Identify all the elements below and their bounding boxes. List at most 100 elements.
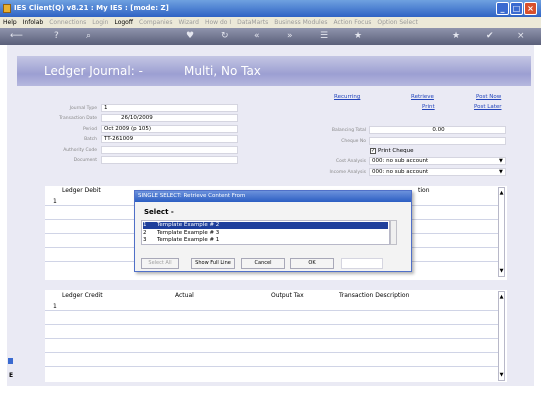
transaction-date-label: Transaction Date <box>59 116 97 121</box>
close-button[interactable]: × <box>524 2 537 15</box>
star-icon[interactable]: ★ <box>452 30 460 43</box>
cost-analysis-label: Cost Analysis <box>336 159 366 164</box>
income-analysis-label: Income Analysis <box>329 170 366 175</box>
next-icon[interactable]: » <box>287 30 293 43</box>
show-full-line-button[interactable]: Show Full Line <box>191 258 235 269</box>
menu-item-option-select[interactable]: Option Select <box>377 19 417 26</box>
menu-item-logoff[interactable]: Logoff <box>114 19 133 26</box>
scroll-down-icon[interactable]: ▼ <box>499 372 504 378</box>
list-item[interactable]: 2 Template Example # 3 <box>143 230 388 237</box>
help-icon[interactable]: ? <box>54 30 59 43</box>
minimize-button[interactable]: _ <box>496 2 509 15</box>
print-cheque-label: Print Cheque <box>378 148 414 154</box>
row-number: 1 <box>53 198 57 205</box>
print-cheque-checkbox[interactable]: ✓ <box>370 148 376 154</box>
post-now-link[interactable]: Post Now <box>476 94 501 100</box>
cheque-no-field[interactable] <box>369 137 506 145</box>
maximize-button[interactable]: □ <box>510 2 523 15</box>
document-field[interactable] <box>101 156 238 164</box>
list-item[interactable]: 1 Template Example # 2 <box>143 222 388 229</box>
recurring-link[interactable]: Recurring <box>334 94 360 100</box>
menu-item-wizard[interactable]: Wizard <box>178 19 198 26</box>
bookmark-icon[interactable]: ★ <box>354 30 362 43</box>
side-tab-icon[interactable] <box>8 358 13 364</box>
menu-item-companies[interactable]: Companies <box>139 19 172 26</box>
checkmark-icon[interactable]: ✔ <box>486 30 494 43</box>
column-header: Ledger Debit <box>62 187 101 194</box>
app-icon <box>3 4 11 13</box>
list-scrollbar[interactable] <box>390 220 397 245</box>
menu-item-business-modules[interactable]: Business Modules <box>274 19 327 26</box>
dialog-search-input[interactable] <box>341 258 383 269</box>
refresh-icon[interactable]: ↻ <box>221 30 229 43</box>
bottom-area <box>0 386 541 406</box>
authority-code-field[interactable] <box>101 146 238 154</box>
list-item-text: Template Example # 1 <box>157 237 220 243</box>
document-label: Document <box>73 158 97 163</box>
list-item-number: 1 <box>143 222 147 228</box>
batch-label: Batch <box>84 137 97 142</box>
page-subtitle: Multi, No Tax <box>184 64 261 78</box>
list-icon[interactable]: ☰ <box>320 30 328 43</box>
debit-scrollbar[interactable] <box>498 187 505 277</box>
select-all-button[interactable]: Select All <box>141 258 179 269</box>
period-label: Period <box>82 127 97 132</box>
menu-item-connections[interactable]: Connections <box>49 19 86 26</box>
list-item-number: 2 <box>143 229 147 236</box>
dialog-title: SINGLE SELECT: Retrieve Content From <box>135 191 411 202</box>
menu-item-datamarts[interactable]: DataMarts <box>237 19 268 26</box>
select-dialog: SINGLE SELECT: Retrieve Content From Sel… <box>134 190 412 272</box>
chevron-down-icon[interactable]: ▼ <box>499 158 503 164</box>
column-header: Output Tax <box>271 292 304 299</box>
menu-item-action-focus[interactable]: Action Focus <box>334 19 372 26</box>
income-analysis-select[interactable]: 000: no sub account <box>369 168 506 176</box>
credit-grid <box>45 290 507 382</box>
ok-button[interactable]: OK <box>290 258 334 269</box>
transaction-date-field[interactable]: 26/10/2009 <box>101 114 238 122</box>
chevron-down-icon[interactable]: ▼ <box>499 169 503 175</box>
column-header: Ledger Credit <box>62 292 103 299</box>
side-label: E <box>9 372 14 379</box>
credit-scrollbar[interactable] <box>498 291 505 381</box>
window-title: IES Client(Q) v8.21 : My IES : [mode: Z] <box>14 4 169 12</box>
toolbar: ⟵ ? ⌕ ♥ ↻ « » ☰ ★ ★ ✔ × <box>0 28 541 45</box>
page-title: Ledger Journal: - <box>44 64 143 78</box>
close-panel-icon[interactable]: × <box>517 30 525 43</box>
retrieve-link[interactable]: Retrieve <box>411 94 434 100</box>
column-header: Actual <box>175 292 194 299</box>
row-number: 1 <box>53 303 57 310</box>
page-header: Ledger Journal: - Multi, No Tax <box>17 56 531 86</box>
previous-icon[interactable]: « <box>254 30 260 43</box>
menu-bar: Help Infolab Connections Login Logoff Compani… <box>0 17 541 28</box>
list-item-text: Template Example # 3 <box>157 229 220 236</box>
authority-code-label: Authority Code <box>63 148 97 153</box>
column-header: tion <box>418 187 430 194</box>
scroll-up-icon[interactable]: ▲ <box>499 294 504 300</box>
balancing-total-label: Balancing Total <box>331 128 366 133</box>
journal-type-field[interactable]: 1 <box>101 104 238 112</box>
cheque-no-label: Cheque No <box>341 139 366 144</box>
heart-icon[interactable]: ♥ <box>186 30 194 43</box>
menu-item-help[interactable]: Help <box>3 19 17 26</box>
search-icon[interactable]: ⌕ <box>86 30 91 43</box>
cost-analysis-select[interactable]: 000: no sub account <box>369 157 506 165</box>
print-link[interactable]: Print <box>422 104 435 110</box>
batch-field[interactable]: TT-261009 <box>101 135 238 143</box>
post-later-link[interactable]: Post Later <box>474 104 502 110</box>
dialog-list[interactable]: 1 Template Example # 2 2 Template Example #… <box>141 220 390 245</box>
menu-item-login[interactable]: Login <box>92 19 108 26</box>
cancel-button[interactable]: Cancel <box>241 258 285 269</box>
journal-type-label: Journal Type <box>69 106 97 111</box>
menu-item-how-do-i[interactable]: How do I <box>205 19 231 26</box>
scroll-up-icon[interactable]: ▲ <box>499 190 504 196</box>
balancing-total-field: 0.00 <box>369 126 506 134</box>
list-item-text: Template Example # 2 <box>157 222 220 228</box>
back-icon[interactable]: ⟵ <box>10 30 23 43</box>
scroll-down-icon[interactable]: ▼ <box>499 268 504 274</box>
title-bar: IES Client(Q) v8.21 : My IES : [mode: Z] <box>0 0 541 17</box>
list-item-number: 3 <box>143 237 147 243</box>
menu-item-infolab[interactable]: Infolab <box>23 19 44 26</box>
list-item[interactable]: 3 Template Example # 1 <box>143 237 388 244</box>
period-field[interactable]: Oct 2009 (p 105) <box>101 125 238 133</box>
column-header: Transaction Description <box>339 292 410 299</box>
